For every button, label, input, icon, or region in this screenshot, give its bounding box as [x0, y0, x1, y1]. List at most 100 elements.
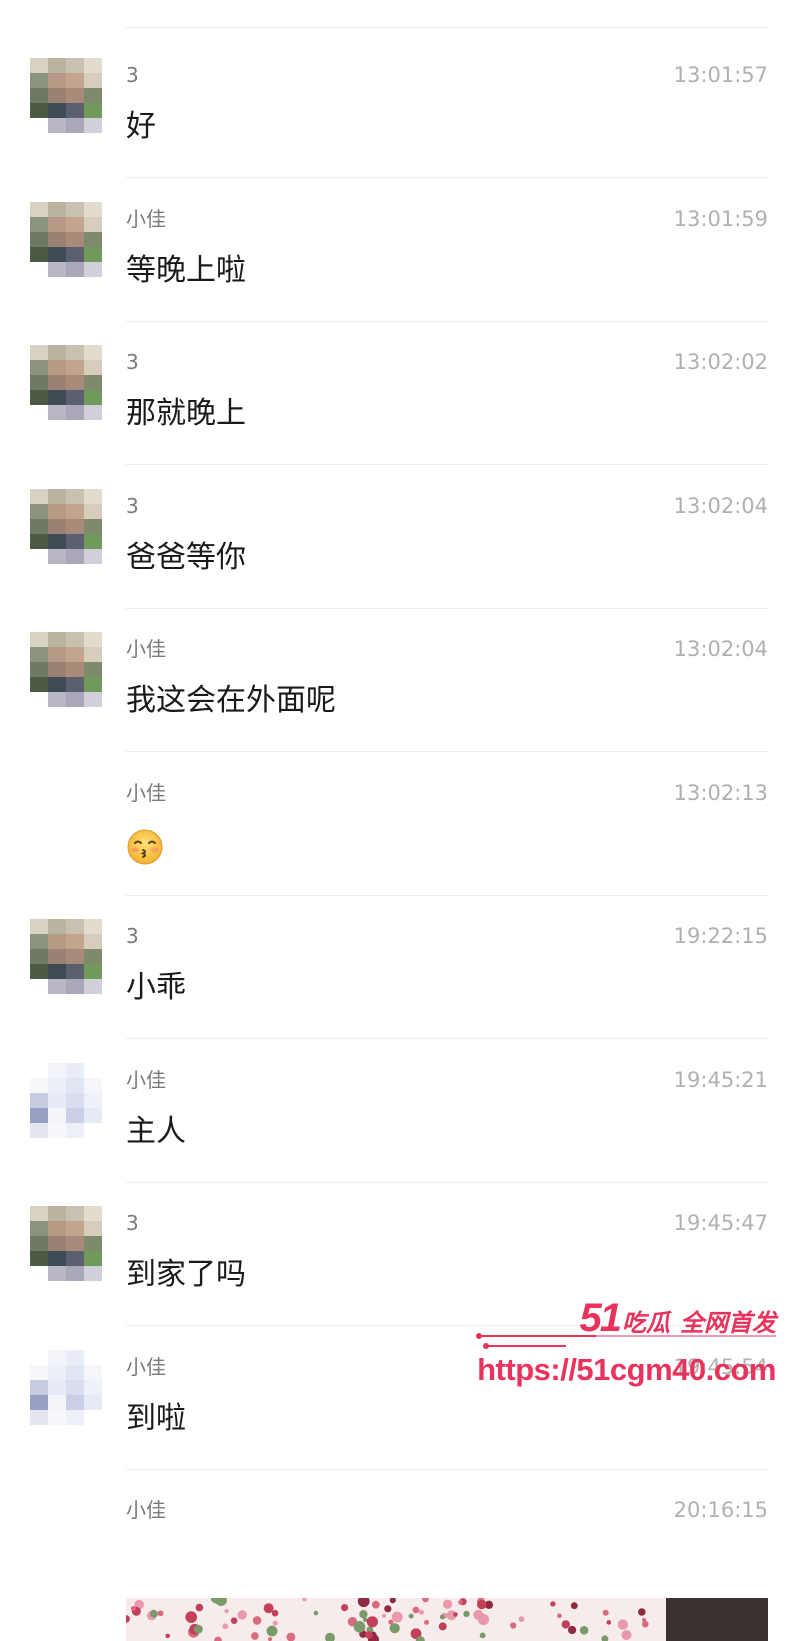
flower-dot — [126, 1615, 130, 1623]
avatar-pixel — [30, 1107, 48, 1123]
chat-message[interactable]: 小佳 19:45:21 主人 — [0, 1033, 800, 1183]
avatar-pixel — [30, 1409, 48, 1425]
chat-message[interactable]: 小佳 13:01:59 等晚上啦 — [0, 172, 800, 322]
flower-dot — [479, 1632, 486, 1639]
avatar[interactable] — [30, 632, 102, 707]
avatar-pixel — [66, 934, 84, 949]
avatar-pixel — [66, 1077, 84, 1093]
avatar-pixel — [66, 1107, 84, 1123]
avatar-pixel — [66, 533, 84, 549]
avatar[interactable] — [30, 201, 102, 277]
avatar-pixel — [48, 677, 66, 692]
avatar-pixel — [84, 919, 102, 934]
avatar-pixel — [30, 1236, 48, 1251]
avatar-pixel — [48, 533, 66, 549]
sender-name: 小佳 — [126, 1067, 166, 1092]
flower-dot — [568, 1625, 577, 1635]
avatar-pixel — [30, 1122, 48, 1138]
avatar-pixel — [30, 1394, 48, 1410]
avatar-pixel — [30, 1379, 48, 1395]
avatar[interactable] — [30, 345, 102, 420]
avatar-pixel — [48, 1379, 66, 1395]
avatar-pixel — [48, 934, 66, 949]
avatar-pixel — [84, 1122, 102, 1138]
avatar-pixel — [66, 979, 84, 994]
avatar-pixel — [66, 503, 84, 519]
flower-dot — [606, 1620, 612, 1625]
avatar-pixel — [66, 647, 84, 662]
sender-name: 3 — [126, 1211, 139, 1235]
avatar-pixel — [48, 1236, 66, 1251]
chat-message[interactable]: 3 13:02:04 爸爸等你 — [0, 459, 800, 609]
flower-dot — [365, 1631, 373, 1639]
avatar-pixel — [66, 73, 84, 88]
avatar-pixel — [84, 533, 102, 549]
flower-dot — [359, 1610, 368, 1619]
chat-message[interactable]: 3 19:22:15 小乖 — [0, 889, 800, 1039]
avatar-pixel — [30, 1206, 48, 1221]
avatar-pixel — [66, 692, 84, 707]
avatar-pixel — [66, 632, 84, 647]
flower-dot — [251, 1632, 259, 1640]
flower-dot — [458, 1599, 463, 1605]
avatar-pixel — [48, 979, 66, 994]
flower-dot — [325, 1632, 335, 1641]
chat-message[interactable]: 小佳 13:02:13 — [0, 746, 800, 896]
flower-dot — [194, 1624, 203, 1634]
flower-dot — [165, 1633, 170, 1639]
flower-dot — [366, 1616, 378, 1628]
message-text: 主人 — [126, 1113, 186, 1149]
flower-dot — [617, 1619, 629, 1630]
avatar-pixel — [48, 647, 66, 662]
avatar-pixel — [84, 1221, 102, 1236]
avatar-pixel — [48, 246, 66, 262]
avatar[interactable] — [30, 58, 102, 133]
avatar-pixel — [84, 1077, 102, 1093]
avatar-pixel — [66, 488, 84, 504]
avatar-pixel — [66, 1349, 84, 1365]
avatar[interactable] — [30, 1349, 102, 1425]
flower-dot — [621, 1630, 632, 1640]
flower-dot — [408, 1613, 414, 1619]
flower-dot — [382, 1613, 387, 1618]
flower-dot — [237, 1610, 247, 1620]
message-timestamp: 13:02:13 — [673, 780, 768, 805]
avatar-pixel — [84, 246, 102, 262]
avatar-pixel — [66, 390, 84, 405]
avatar-pixel — [84, 88, 102, 103]
chat-message[interactable]: 3 13:01:57 好 — [0, 28, 800, 178]
avatar-pixel — [48, 345, 66, 360]
flower-dot — [453, 1612, 458, 1617]
avatar[interactable] — [30, 1062, 102, 1138]
avatar-pixel — [30, 518, 48, 534]
chat-message[interactable]: 3 13:02:02 那就晚上 — [0, 315, 800, 465]
flower-dot — [602, 1609, 609, 1616]
chat-message[interactable]: 小佳 13:02:04 我这会在外面呢 — [0, 602, 800, 752]
avatar-pixel — [30, 1349, 48, 1365]
avatar-pixel — [48, 1206, 66, 1221]
avatar-pixel — [84, 1092, 102, 1108]
message-text: 爸爸等你 — [126, 539, 246, 575]
flower-dot — [372, 1600, 380, 1609]
flower-dot — [302, 1598, 307, 1602]
chat-message[interactable]: 小佳 20:16:15 — [0, 1463, 800, 1613]
avatar[interactable] — [30, 919, 102, 994]
avatar-pixel — [66, 949, 84, 964]
avatar-pixel — [30, 405, 48, 420]
image-message-thumbnail[interactable] — [126, 1598, 768, 1641]
avatar-pixel — [30, 949, 48, 964]
avatar-pixel — [84, 216, 102, 232]
avatar-pixel — [48, 390, 66, 405]
avatar-pixel — [48, 231, 66, 247]
avatar-pixel — [30, 246, 48, 262]
avatar-pixel — [30, 632, 48, 647]
message-timestamp: 19:45:21 — [673, 1067, 768, 1092]
avatar[interactable] — [30, 1206, 102, 1281]
avatar-pixel — [84, 1107, 102, 1123]
flower-dot — [422, 1598, 429, 1603]
avatar-pixel — [30, 677, 48, 692]
sender-name: 小佳 — [126, 780, 166, 805]
avatar-pixel — [48, 216, 66, 232]
avatar-pixel — [66, 1236, 84, 1251]
avatar[interactable] — [30, 488, 102, 564]
